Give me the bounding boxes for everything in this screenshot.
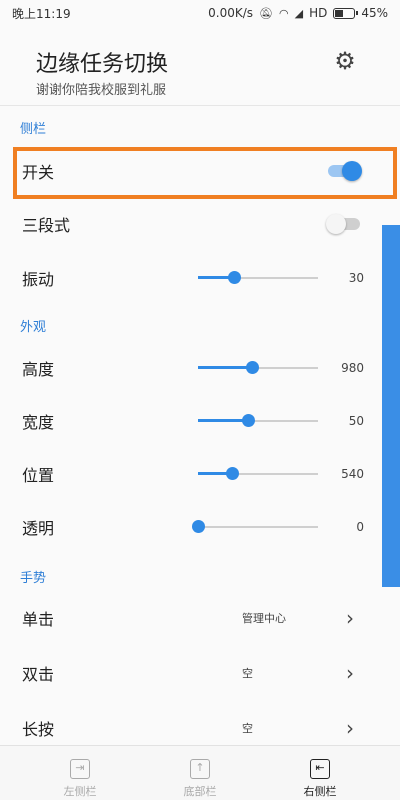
toggle-thumb — [326, 214, 346, 234]
opacity-slider[interactable] — [192, 520, 318, 534]
section-gesture: 手势 — [20, 571, 47, 586]
mute-icon: 🔕︎ — [259, 6, 273, 20]
tap-row[interactable]: 单击 管理中心 › — [0, 592, 382, 644]
width-slider[interactable] — [198, 414, 318, 428]
chevron-right-icon: › — [346, 661, 354, 685]
battery-percent: 45% — [361, 6, 388, 20]
status-icons: 0.00K/s 🔕︎ ◠ ◢ HD 45% — [208, 6, 388, 20]
battery-fill — [335, 9, 343, 17]
bottom-nav: ⇥ 左侧栏 ↑ 底部栏 ⇤ 右侧栏 — [0, 745, 400, 800]
vibration-label: 振动 — [22, 270, 55, 289]
nav-right-sidebar[interactable]: ⇤ 右侧栏 — [280, 746, 360, 800]
tap-label: 单击 — [22, 610, 55, 629]
nav-label: 右侧栏 — [303, 785, 337, 798]
slider-thumb[interactable] — [246, 361, 259, 374]
section-appearance: 外观 — [20, 320, 47, 335]
width-label: 宽度 — [22, 413, 55, 432]
position-label: 位置 — [22, 466, 55, 485]
chevron-right-icon: › — [346, 606, 354, 630]
vibration-slider[interactable] — [198, 271, 318, 285]
height-row: 高度 980 — [0, 342, 382, 394]
opacity-label: 透明 — [22, 519, 55, 538]
section-sidebar: 侧栏 — [20, 122, 47, 137]
width-row: 宽度 50 — [0, 395, 382, 447]
nav-left-sidebar[interactable]: ⇥ 左侧栏 — [40, 746, 120, 800]
app-title: 边缘任务切换 — [36, 52, 169, 77]
nav-bottom-bar[interactable]: ↑ 底部栏 — [160, 746, 240, 800]
wifi-icon: ◠ — [278, 6, 289, 20]
three-stage-toggle[interactable] — [326, 214, 362, 234]
slider-thumb[interactable] — [192, 520, 205, 533]
app-header: 边缘任务切换 谢谢你陪我校服到礼服 ⚙ — [0, 26, 400, 106]
right-sidebar-icon: ⇤ — [310, 759, 330, 779]
app-subtitle: 谢谢你陪我校服到礼服 — [36, 83, 167, 98]
vibration-row: 振动 30 — [0, 252, 382, 304]
tap-value: 管理中心 — [242, 612, 286, 625]
slider-thumb[interactable] — [228, 271, 241, 284]
height-label: 高度 — [22, 360, 55, 379]
bottom-bar-icon: ↑ — [190, 759, 210, 779]
double-tap-value: 空 — [242, 667, 253, 680]
battery-icon — [333, 7, 359, 19]
left-sidebar-icon: ⇥ — [70, 759, 90, 779]
nav-label: 底部栏 — [183, 785, 217, 798]
three-stage-label: 三段式 — [22, 216, 71, 235]
width-value: 50 — [348, 414, 364, 428]
position-row: 位置 540 — [0, 448, 382, 500]
slider-fill — [198, 419, 249, 422]
slider-fill — [198, 366, 252, 369]
scrollbar-thumb[interactable] — [382, 225, 400, 587]
status-bar: 晚上11:19 0.00K/s 🔕︎ ◠ ◢ HD 45% — [0, 0, 400, 26]
height-slider[interactable] — [198, 361, 318, 375]
signal-icon: ◢ — [294, 6, 304, 20]
long-press-label: 长按 — [22, 720, 55, 739]
nav-label: 左侧栏 — [63, 785, 97, 798]
height-value: 980 — [341, 361, 364, 375]
chevron-right-icon: › — [346, 716, 354, 740]
position-value: 540 — [341, 467, 364, 481]
status-time: 晚上11:19 — [12, 6, 71, 21]
signal-label: HD — [309, 6, 328, 20]
slider-track — [198, 526, 318, 528]
slider-thumb[interactable] — [225, 467, 239, 480]
opacity-row: 透明 0 — [0, 501, 382, 553]
slider-thumb[interactable] — [242, 414, 256, 427]
position-slider[interactable] — [198, 467, 318, 481]
double-tap-label: 双击 — [22, 665, 55, 684]
gear-icon[interactable]: ⚙ — [330, 46, 360, 76]
long-press-value: 空 — [242, 722, 253, 735]
opacity-value: 0 — [356, 520, 364, 534]
highlight-box — [13, 147, 397, 199]
network-speed: 0.00K/s — [208, 6, 254, 20]
three-stage-row[interactable]: 三段式 — [0, 198, 382, 250]
double-tap-row[interactable]: 双击 空 › — [0, 647, 382, 699]
vibration-value: 30 — [348, 271, 364, 285]
